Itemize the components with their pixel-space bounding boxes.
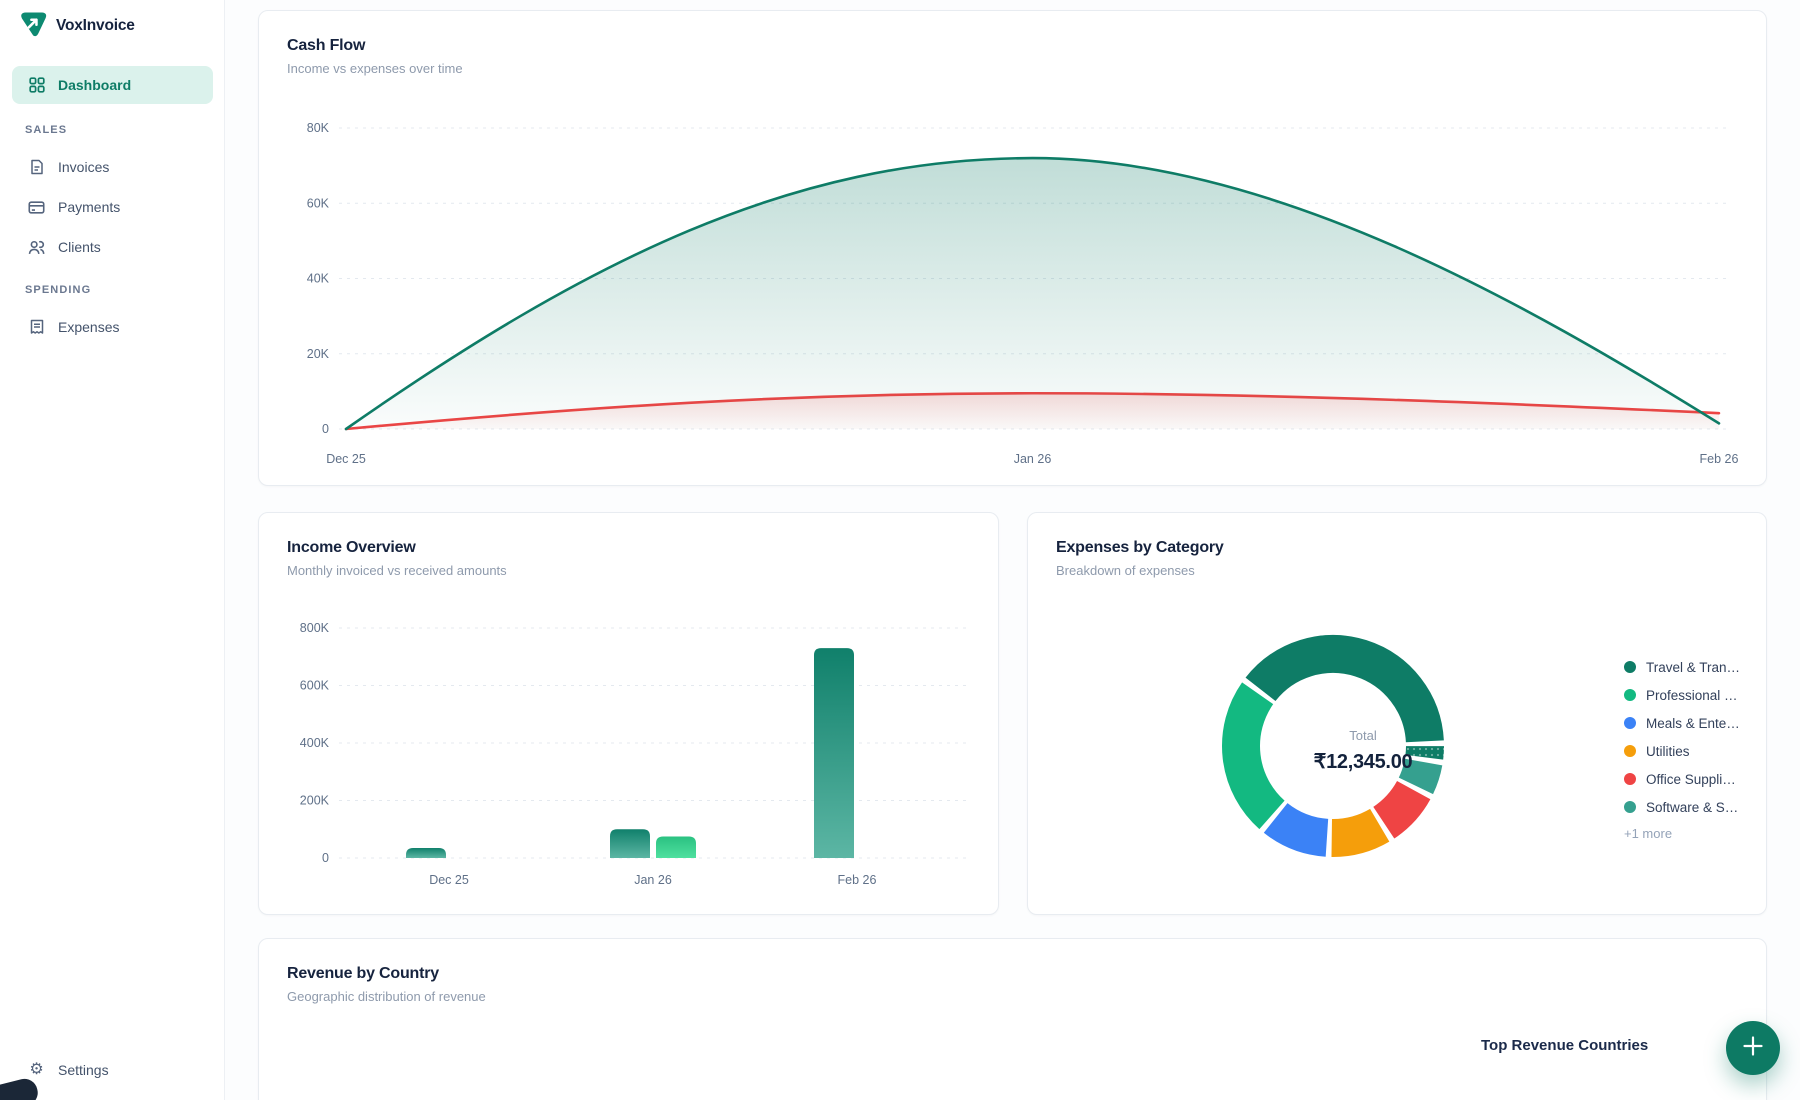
- legend-label: Utilities: [1646, 744, 1690, 759]
- axis-tick-label: 600K: [300, 679, 330, 693]
- axis-tick-label: 400K: [300, 736, 330, 750]
- cash-flow-card: Cash Flow Income vs expenses over time 0…: [258, 10, 1767, 486]
- donut-segment-5: [1416, 762, 1424, 786]
- axis-tick-label: 200K: [300, 794, 330, 808]
- legend-label: Office Suppli…: [1646, 772, 1736, 787]
- voxinvoice-logo-icon: [20, 10, 47, 42]
- donut-segment-3: [1332, 825, 1380, 838]
- card-subtitle: Breakdown of expenses: [1056, 563, 1195, 578]
- brand-logo[interactable]: VoxInvoice: [20, 10, 135, 42]
- legend-label: Professional …: [1646, 688, 1738, 703]
- income-overview-chart: 0 200K 400K 600K 800K Dec 25 Jan 26 Feb 26: [277, 609, 982, 904]
- income-overview-card: Income Overview Monthly invoiced vs rece…: [258, 512, 999, 915]
- income-area: [346, 158, 1719, 429]
- dashboard-grid-icon: [28, 77, 45, 94]
- legend-row: Professional …: [1624, 681, 1767, 709]
- invoice-document-icon: [28, 159, 45, 176]
- invoiced-bar: [610, 829, 650, 858]
- sidebar-item-label: Expenses: [58, 319, 119, 335]
- legend-row: Office Suppli…: [1624, 765, 1767, 793]
- sidebar-item-invoices[interactable]: Invoices: [12, 148, 213, 186]
- legend-label: Travel & Tran…: [1646, 660, 1740, 675]
- donut-segment-1: [1241, 693, 1272, 815]
- cash-flow-svg: 0 20K 40K 60K 80K Dec 25 Jan 26 Feb 26: [277, 89, 1747, 479]
- axis-tick-label: 60K: [307, 196, 330, 210]
- add-button[interactable]: [1726, 1021, 1780, 1075]
- card-title: Income Overview: [287, 539, 416, 557]
- app-root: VoxInvoice Dashboard SALES Invoices: [0, 0, 1800, 1100]
- axis-tick-label: 0: [322, 422, 329, 436]
- legend-label: Software & S…: [1646, 800, 1738, 815]
- axis-tick-label: Feb 26: [1700, 452, 1739, 466]
- donut-segment-0: [1261, 654, 1425, 741]
- donut-segment-6: [1424, 746, 1425, 757]
- card-subtitle: Monthly invoiced vs received amounts: [287, 563, 507, 578]
- sidebar-item-label: Invoices: [58, 159, 109, 175]
- sidebar-section-sales: SALES: [25, 124, 67, 136]
- card-subtitle: Geographic distribution of revenue: [287, 989, 486, 1004]
- expenses-legend: Travel & Tran… Professional … Meals & Ente…: [1624, 653, 1767, 841]
- legend-more-link[interactable]: +1 more: [1624, 826, 1767, 841]
- card-title: Expenses by Category: [1056, 539, 1224, 557]
- axis-tick-label: Jan 26: [1014, 452, 1052, 466]
- legend-row: Meals & Ente…: [1624, 709, 1767, 737]
- expenses-by-category-card: Expenses by Category Breakdown of expens…: [1027, 512, 1767, 915]
- legend-dot-icon: [1624, 661, 1636, 673]
- sidebar-item-label: Settings: [58, 1062, 109, 1078]
- top-revenue-countries-heading: Top Revenue Countries: [1481, 1037, 1648, 1054]
- invoiced-bar: [814, 648, 854, 858]
- invoiced-bar: [406, 848, 446, 858]
- gear-icon: ⚙: [28, 1062, 45, 1079]
- users-icon: [28, 239, 45, 256]
- axis-tick-label: Dec 25: [326, 452, 366, 466]
- receipt-icon: [28, 319, 45, 336]
- legend-dot-icon: [1624, 801, 1636, 813]
- sidebar-item-settings[interactable]: ⚙ Settings: [12, 1051, 213, 1089]
- legend-row: Software & S…: [1624, 793, 1767, 821]
- axis-tick-label: Jan 26: [634, 873, 672, 887]
- legend-dot-icon: [1624, 717, 1636, 729]
- card-subtitle: Income vs expenses over time: [287, 61, 463, 76]
- sidebar-item-label: Clients: [58, 239, 101, 255]
- expenses-donut-svg: [1183, 596, 1483, 896]
- plus-icon: [1740, 1033, 1766, 1064]
- sidebar-item-label: Dashboard: [58, 77, 131, 93]
- revenue-by-country-card: Revenue by Country Geographic distributi…: [258, 938, 1767, 1100]
- sidebar-item-expenses[interactable]: Expenses: [12, 308, 213, 346]
- sidebar-item-clients[interactable]: Clients: [12, 228, 213, 266]
- sidebar-section-spending: SPENDING: [25, 284, 91, 296]
- sidebar: VoxInvoice Dashboard SALES Invoices: [0, 0, 225, 1100]
- axis-tick-label: 800K: [300, 621, 330, 635]
- axis-tick-label: Feb 26: [838, 873, 877, 887]
- received-bar: [656, 836, 696, 858]
- donut-segment-2: [1276, 818, 1327, 838]
- sidebar-item-payments[interactable]: Payments: [12, 188, 213, 226]
- card-title: Cash Flow: [287, 37, 365, 55]
- axis-tick-label: 0: [322, 851, 329, 865]
- legend-dot-icon: [1624, 745, 1636, 757]
- sidebar-item-label: Payments: [58, 199, 120, 215]
- axis-tick-label: 20K: [307, 347, 330, 361]
- brand-name: VoxInvoice: [56, 17, 135, 35]
- axis-tick-label: Dec 25: [429, 873, 469, 887]
- expenses-donut-chart: [1183, 596, 1483, 901]
- donut-segment-4: [1384, 790, 1414, 823]
- card-title: Revenue by Country: [287, 965, 439, 983]
- cash-flow-chart: 0 20K 40K 60K 80K Dec 25 Jan 26 Feb 26: [277, 89, 1747, 484]
- credit-card-icon: [28, 199, 45, 216]
- legend-row: Travel & Tran…: [1624, 653, 1767, 681]
- legend-row: Utilities: [1624, 737, 1767, 765]
- legend-dot-icon: [1624, 773, 1636, 785]
- sidebar-item-dashboard[interactable]: Dashboard: [12, 66, 213, 104]
- income-overview-svg: 0 200K 400K 600K 800K Dec 25 Jan 26 Feb 26: [277, 609, 982, 899]
- world-map-fragment: [759, 1057, 1279, 1100]
- axis-tick-label: 80K: [307, 121, 330, 135]
- axis-tick-label: 40K: [307, 272, 330, 286]
- legend-dot-icon: [1624, 689, 1636, 701]
- legend-label: Meals & Ente…: [1646, 716, 1740, 731]
